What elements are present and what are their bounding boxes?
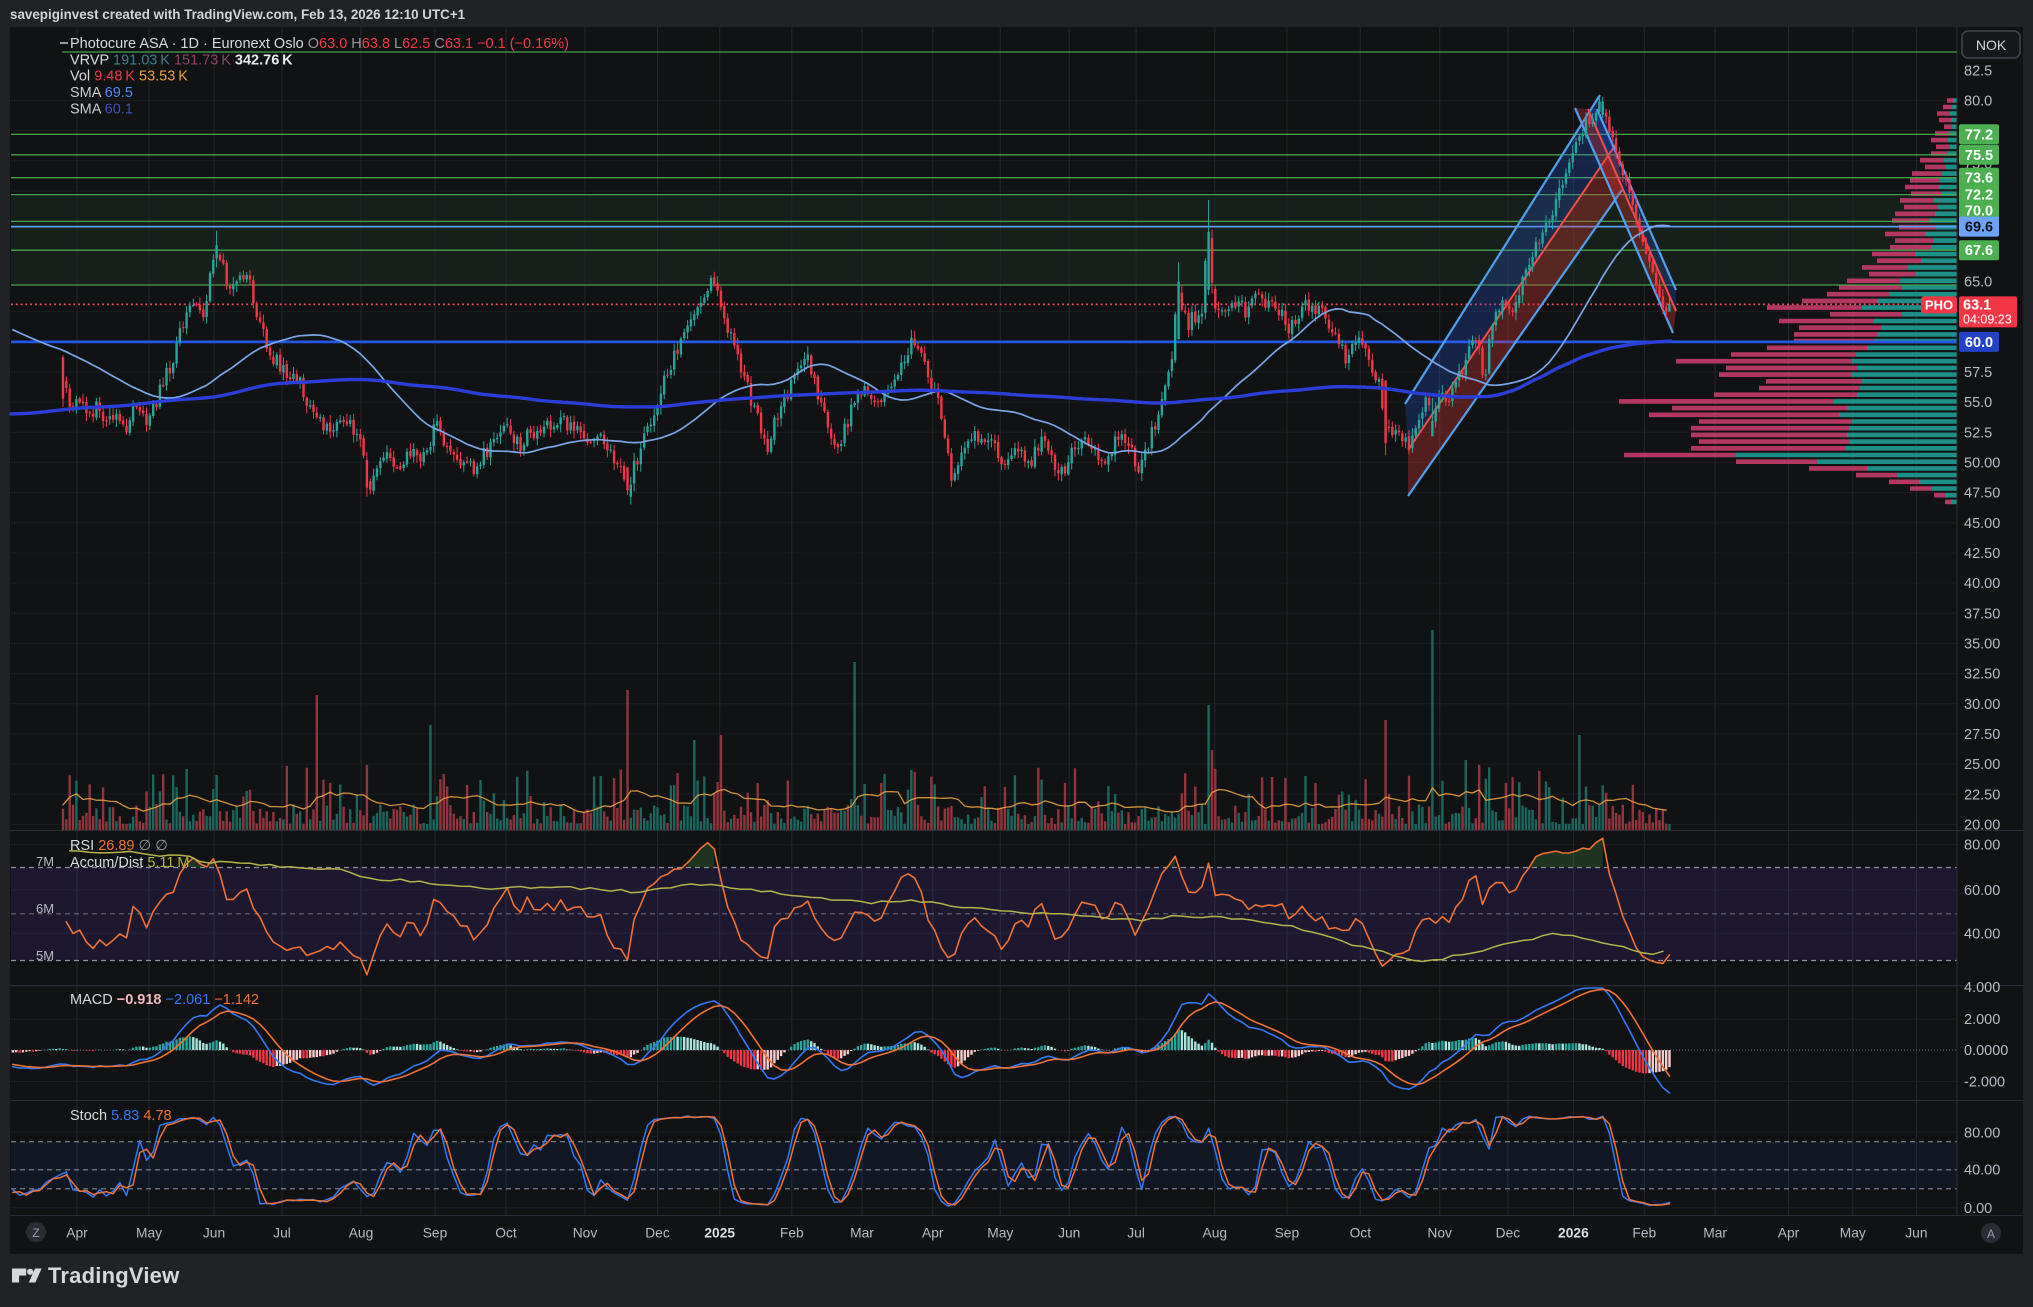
svg-text:Feb: Feb xyxy=(1632,1226,1656,1241)
svg-text:MACD −0.918 −2.061 −1.142: MACD −0.918 −2.061 −1.142 xyxy=(70,992,259,1008)
svg-text:47.50: 47.50 xyxy=(1964,486,2000,502)
svg-text:Nov: Nov xyxy=(1427,1226,1452,1241)
svg-text:6M: 6M xyxy=(36,901,54,916)
svg-text:40.00: 40.00 xyxy=(1964,576,2000,592)
svg-text:Photocure ASA · 1D · Euronext: Photocure ASA · 1D · Euronext Oslo O63.0… xyxy=(70,36,569,52)
svg-text:Jul: Jul xyxy=(1127,1226,1145,1241)
svg-text:Sep: Sep xyxy=(423,1226,448,1241)
svg-text:04:09:23: 04:09:23 xyxy=(1963,313,2012,327)
svg-text:Z: Z xyxy=(32,1226,39,1240)
svg-text:22.50: 22.50 xyxy=(1964,787,2000,803)
svg-text:60.00: 60.00 xyxy=(1964,883,2000,899)
svg-text:35.00: 35.00 xyxy=(1964,636,2000,652)
svg-text:Feb: Feb xyxy=(780,1226,804,1241)
svg-text:Mar: Mar xyxy=(1703,1226,1727,1241)
svg-text:80.0: 80.0 xyxy=(1964,94,1992,110)
svg-text:40.00: 40.00 xyxy=(1964,926,2000,942)
svg-text:7M: 7M xyxy=(36,854,54,869)
svg-text:Vol 9.48 K 53.53 K: Vol 9.48 K 53.53 K xyxy=(70,69,188,85)
svg-text:80.00: 80.00 xyxy=(1964,838,2000,854)
svg-text:A: A xyxy=(1987,1227,1995,1241)
svg-text:52.5: 52.5 xyxy=(1964,425,1992,441)
svg-text:Accum/Dist 5.11 M: Accum/Dist 5.11 M xyxy=(70,855,189,871)
svg-text:TradingView: TradingView xyxy=(48,1263,180,1288)
svg-text:2.000: 2.000 xyxy=(1964,1012,2000,1028)
svg-text:0.00: 0.00 xyxy=(1964,1201,1992,1217)
svg-text:Aug: Aug xyxy=(349,1226,374,1241)
svg-text:VRVP 191.03 K 151.73 K 342.: VRVP 191.03 K 151.73 K 342.76 K xyxy=(70,53,293,69)
svg-text:May: May xyxy=(987,1226,1013,1241)
svg-text:42.50: 42.50 xyxy=(1964,546,2000,562)
svg-text:Nov: Nov xyxy=(573,1226,598,1241)
svg-text:4.000: 4.000 xyxy=(1964,980,2000,996)
svg-text:69.6: 69.6 xyxy=(1965,220,1993,236)
svg-text:63.1: 63.1 xyxy=(1963,298,1991,314)
svg-text:PHO: PHO xyxy=(1925,297,1953,312)
svg-text:SMA 69.5: SMA 69.5 xyxy=(70,85,133,101)
svg-text:Dec: Dec xyxy=(1496,1226,1521,1241)
svg-text:40.00: 40.00 xyxy=(1964,1163,2000,1179)
svg-text:Apr: Apr xyxy=(922,1226,944,1241)
svg-text:Mar: Mar xyxy=(850,1226,874,1241)
svg-text:-2.000: -2.000 xyxy=(1964,1074,2005,1090)
svg-text:Aug: Aug xyxy=(1203,1226,1228,1241)
svg-text:50.00: 50.00 xyxy=(1964,455,2000,471)
svg-text:Stoch 5.83 4.78: Stoch 5.83 4.78 xyxy=(70,1108,172,1124)
svg-text:Jun: Jun xyxy=(1058,1226,1080,1241)
svg-text:Oct: Oct xyxy=(1350,1226,1372,1241)
svg-text:2026: 2026 xyxy=(1558,1226,1589,1241)
svg-text:Jul: Jul xyxy=(273,1226,291,1241)
svg-text:60.0: 60.0 xyxy=(1965,335,1993,351)
svg-text:NOK: NOK xyxy=(1976,37,2007,53)
svg-text:55.0: 55.0 xyxy=(1964,395,1992,411)
svg-text:Apr: Apr xyxy=(66,1226,88,1241)
svg-text:75.5: 75.5 xyxy=(1965,148,1993,164)
svg-text:20.00: 20.00 xyxy=(1964,817,2000,833)
svg-text:savepiginvest created with Tra: savepiginvest created with TradingView.c… xyxy=(10,7,466,22)
svg-text:Apr: Apr xyxy=(1778,1226,1800,1241)
svg-text:30.00: 30.00 xyxy=(1964,697,2000,713)
svg-text:RSI 26.89 ∅ ∅: RSI 26.89 ∅ ∅ xyxy=(70,838,168,854)
svg-text:82.5: 82.5 xyxy=(1964,63,1992,79)
svg-text:27.50: 27.50 xyxy=(1964,727,2000,743)
svg-text:73.6: 73.6 xyxy=(1965,171,1993,187)
svg-text:Dec: Dec xyxy=(645,1226,670,1241)
svg-text:Sep: Sep xyxy=(1275,1226,1300,1241)
svg-text:Oct: Oct xyxy=(495,1226,517,1241)
svg-text:80.00: 80.00 xyxy=(1964,1125,2000,1141)
svg-text:32.50: 32.50 xyxy=(1964,667,2000,683)
svg-text:57.5: 57.5 xyxy=(1964,365,1992,381)
svg-text:May: May xyxy=(136,1226,162,1241)
svg-text:65.0: 65.0 xyxy=(1964,275,1992,291)
svg-text:67.6: 67.6 xyxy=(1965,243,1993,259)
svg-text:5M: 5M xyxy=(36,948,54,963)
svg-text:25.00: 25.00 xyxy=(1964,757,2000,773)
svg-text:May: May xyxy=(1840,1226,1866,1241)
svg-text:SMA 60.1: SMA 60.1 xyxy=(70,102,133,118)
svg-text:0.0000: 0.0000 xyxy=(1964,1043,2008,1059)
svg-text:Jun: Jun xyxy=(203,1226,225,1241)
svg-text:2025: 2025 xyxy=(704,1226,735,1241)
svg-text:45.00: 45.00 xyxy=(1964,516,2000,532)
svg-text:37.50: 37.50 xyxy=(1964,606,2000,622)
svg-text:Jun: Jun xyxy=(1905,1226,1927,1241)
svg-text:77.2: 77.2 xyxy=(1965,127,1993,143)
